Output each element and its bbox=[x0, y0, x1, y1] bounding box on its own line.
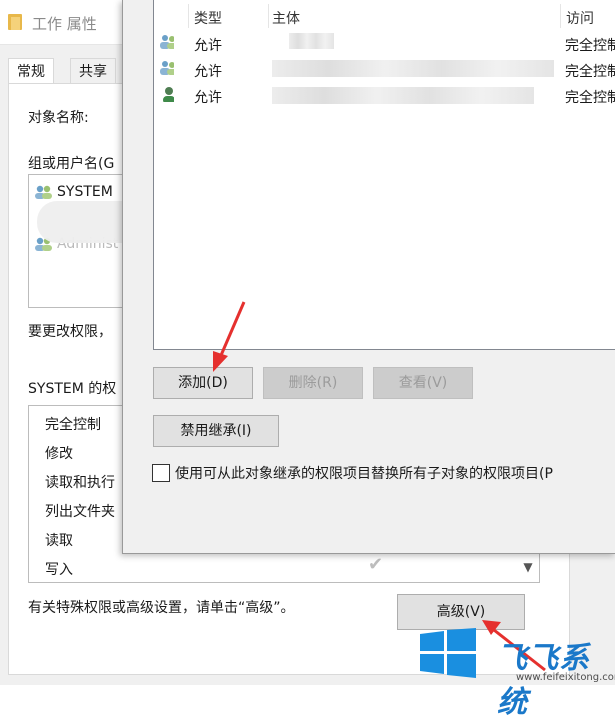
watermark-url: www.feifeixitong.com bbox=[516, 672, 615, 683]
arrowhead-icon bbox=[213, 351, 228, 372]
windows-logo-icon bbox=[420, 628, 476, 678]
annotation-arrows bbox=[213, 301, 546, 672]
arrow-to-add-icon bbox=[217, 301, 246, 361]
